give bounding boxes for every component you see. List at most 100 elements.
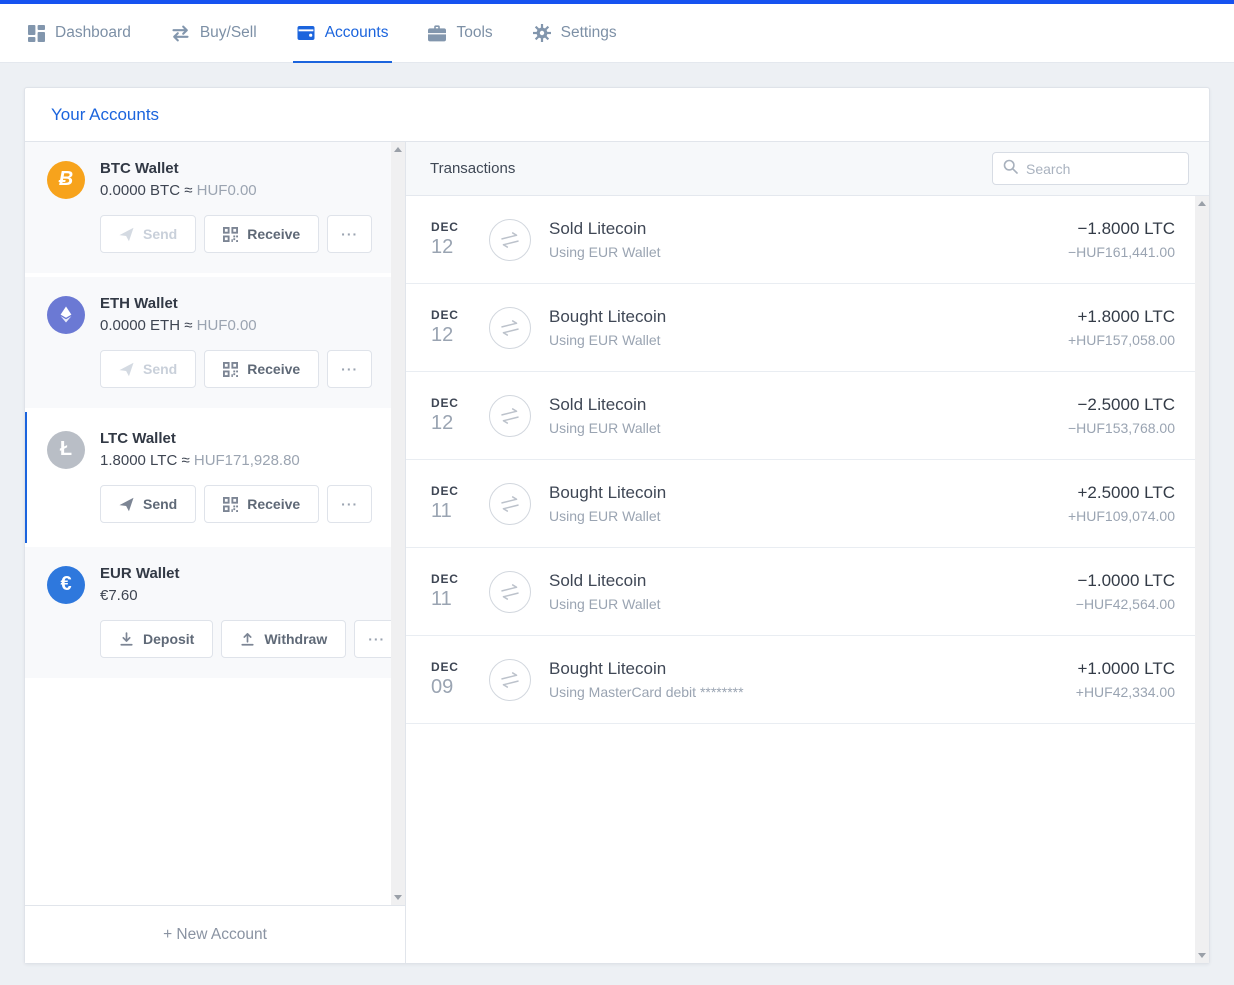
nav-tab-accounts[interactable]: Accounts [292,4,393,63]
transaction-date: DEC 12 [431,220,459,258]
transaction-amount: +1.0000 LTC [1077,659,1175,678]
transaction-fiat: −HUF153,768.00 [1067,420,1175,436]
wallet-list-scrollbar[interactable] [391,142,405,905]
transaction-title: Bought Litecoin [549,659,667,678]
buy-sell-arrows-icon [171,25,190,42]
wallet-card-eur[interactable]: € EUR Wallet €7.60 Deposit Withdraw ··· [25,547,400,678]
nav-tab-tools[interactable]: Tools [424,4,496,62]
transactions-title: Transactions [430,160,516,177]
transaction-amounts: +2.5000 LTC +HUF109,074.00 [1068,483,1175,524]
nav-tab-label: Buy/Sell [199,24,257,41]
withdraw-button[interactable]: Withdraw [221,620,347,658]
transaction-amounts: +1.8000 LTC +HUF157,058.00 [1068,307,1175,348]
transaction-title: Bought Litecoin [549,483,667,502]
accounts-card: Your Accounts Ƀ BTC Wallet 0.0000 BTC ≈ … [24,87,1210,964]
deposit-button[interactable]: Deposit [100,620,214,658]
transaction-subtitle: Using EUR Wallet [549,244,661,260]
send-button[interactable]: Send [100,485,197,523]
transaction-fiat: +HUF109,074.00 [1067,508,1175,524]
transaction-row[interactable]: DEC 09 Bought Litecoin Using MasterCard … [406,636,1195,724]
transaction-amounts: −1.0000 LTC −HUF42,564.00 [1076,571,1175,612]
nav-tab-buy-sell[interactable]: Buy/Sell [167,4,261,62]
transaction-row[interactable]: DEC 12 Sold Litecoin Using EUR Wallet −2… [406,372,1195,460]
transaction-amounts: +1.0000 LTC +HUF42,334.00 [1076,659,1175,700]
search-input[interactable] [1026,160,1178,177]
transaction-title: Sold Litecoin [549,395,647,414]
page-title: Your Accounts [51,104,160,124]
swap-arrows-icon [489,218,531,261]
new-account-label: + New Account [163,925,267,943]
nav-tab-label: Dashboard [55,24,131,41]
transaction-subtitle: Using EUR Wallet [549,596,661,612]
wallet-more-button[interactable]: ··· [327,485,373,523]
transaction-subtitle: Using EUR Wallet [549,420,661,436]
nav-tab-label: Tools [456,24,493,41]
eth-logo-icon [47,295,85,334]
swap-arrows-icon [489,482,531,525]
new-account-button[interactable]: + New Account [25,905,405,963]
search-box[interactable] [992,152,1189,185]
send-button[interactable]: Send [100,215,197,253]
nav-tab-dashboard[interactable]: Dashboard [24,4,135,62]
gear-icon [532,24,551,42]
transaction-title: Bought Litecoin [549,307,667,326]
send-button[interactable]: Send [100,350,197,388]
transaction-subtitle: Using EUR Wallet [549,332,661,348]
qr-code-icon [223,361,239,377]
transaction-fiat: −HUF161,441.00 [1067,244,1175,260]
swap-arrows-icon [489,306,531,349]
transaction-fiat: −HUF42,564.00 [1075,596,1175,612]
transactions-panel: Transactions DEC 12 Sold Litecoin Using … [406,142,1209,963]
receive-button[interactable]: Receive [204,215,320,253]
swap-arrows-icon [489,658,531,701]
scroll-down-arrow-icon[interactable] [394,895,402,900]
transaction-row[interactable]: DEC 12 Bought Litecoin Using EUR Wallet … [406,284,1195,372]
ltc-logo-icon: Ł [47,430,85,469]
transaction-row[interactable]: DEC 11 Sold Litecoin Using EUR Wallet −1… [406,548,1195,636]
send-icon [119,227,134,242]
qr-code-icon [223,496,239,512]
swap-arrows-icon [489,394,531,437]
wallet-balance: €7.60 [100,587,138,604]
transaction-title: Sold Litecoin [549,219,647,238]
deposit-icon [119,631,134,647]
transaction-amount: −1.0000 LTC [1077,571,1175,590]
transaction-amounts: −1.8000 LTC −HUF161,441.00 [1068,219,1175,260]
transactions-scrollbar[interactable] [1195,196,1209,963]
transaction-date: DEC 11 [431,484,459,522]
scroll-up-arrow-icon[interactable] [1198,201,1206,206]
receive-button[interactable]: Receive [204,350,320,388]
wallet-balance: 0.0000 ETH ≈ HUF0.00 [100,317,257,334]
withdraw-icon [240,632,255,647]
wallet-card-eth[interactable]: ETH Wallet 0.0000 ETH ≈ HUF0.00 Send Rec… [25,277,391,408]
wallet-card-ltc[interactable]: Ł LTC Wallet 1.8000 LTC ≈ HUF171,928.80 … [25,412,391,543]
transaction-date: DEC 12 [431,308,459,346]
wallet-balance: 1.8000 LTC ≈ HUF171,928.80 [100,452,300,469]
wallet-name: EUR Wallet [100,565,180,582]
transaction-row[interactable]: DEC 11 Bought Litecoin Using EUR Wallet … [406,460,1195,548]
nav-tab-label: Accounts [324,24,389,41]
wallet-name: LTC Wallet [100,430,176,447]
receive-button[interactable]: Receive [204,485,320,523]
nav-tab-settings[interactable]: Settings [529,4,621,62]
wallet-list-panel: Ƀ BTC Wallet 0.0000 BTC ≈ HUF0.00 Send R… [25,142,406,963]
wallet-more-button[interactable]: ··· [327,350,373,388]
search-icon [1003,159,1018,179]
transaction-row[interactable]: DEC 12 Sold Litecoin Using EUR Wallet −1… [406,196,1195,284]
scroll-up-arrow-icon[interactable] [394,147,402,152]
dashboard-grid-icon [28,24,45,42]
transactions-header: Transactions [406,142,1209,196]
transaction-amount: +1.8000 LTC [1077,307,1175,326]
transaction-date: DEC 11 [431,572,459,610]
transaction-fiat: +HUF157,058.00 [1067,332,1175,348]
transaction-subtitle: Using MasterCard debit ******** [549,684,744,700]
scroll-down-arrow-icon[interactable] [1198,953,1206,958]
wallet-more-button[interactable]: ··· [327,215,373,253]
swap-arrows-icon [489,570,531,613]
transaction-fiat: +HUF42,334.00 [1075,684,1175,700]
btc-logo-icon: Ƀ [47,160,85,199]
wallet-card-btc[interactable]: Ƀ BTC Wallet 0.0000 BTC ≈ HUF0.00 Send R… [25,142,391,273]
wallet-icon [297,25,315,41]
transaction-date: DEC 12 [431,396,459,434]
transaction-subtitle: Using EUR Wallet [549,508,661,524]
